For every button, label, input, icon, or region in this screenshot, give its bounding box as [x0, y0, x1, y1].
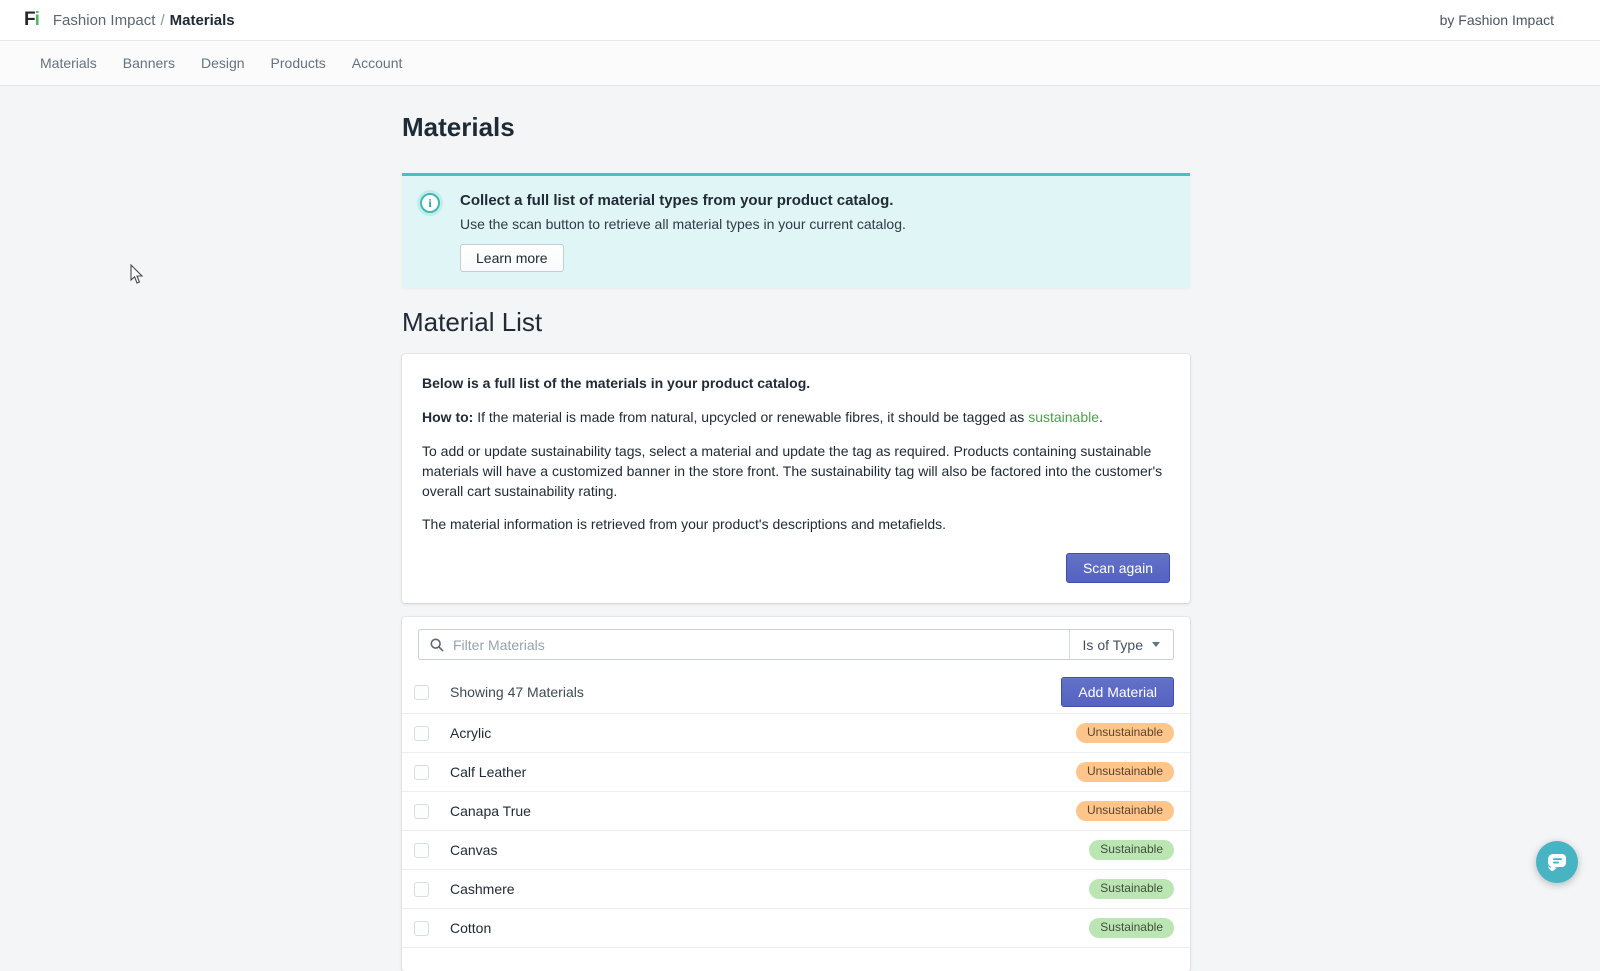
nav-item-products[interactable]: Products [271, 55, 326, 71]
material-name[interactable]: Calf Leather [450, 764, 526, 780]
filter-box: Is of Type [418, 629, 1174, 660]
material-name[interactable]: Cashmere [450, 881, 515, 897]
table-header-row: Showing 47 Materials Add Material [402, 671, 1190, 713]
table-row[interactable]: Cotton Sustainable [402, 908, 1190, 947]
type-filter-label: Is of Type [1083, 637, 1143, 653]
status-badge: Unsustainable [1076, 801, 1174, 821]
table-overflow-row [402, 947, 1190, 971]
nav-item-account[interactable]: Account [352, 55, 403, 71]
sustainable-link[interactable]: sustainable [1028, 409, 1099, 425]
row-checkbox[interactable] [414, 804, 429, 819]
info-card-intro: Below is a full list of the materials in… [422, 374, 1170, 394]
banner-body: Use the scan button to retrieve all mate… [460, 215, 906, 233]
filter-area: Is of Type [402, 617, 1190, 671]
breadcrumb-separator: / [160, 12, 164, 29]
status-badge: Sustainable [1089, 840, 1174, 860]
breadcrumb-current-page: Materials [170, 12, 235, 29]
material-name[interactable]: Cotton [450, 920, 491, 936]
main-content: Materials i Collect a full list of mater… [0, 86, 1600, 971]
status-badge: Unsustainable [1076, 762, 1174, 782]
top-header: Fi Fashion Impact/ Materials by Fashion I… [0, 0, 1600, 41]
breadcrumb: Fashion Impact/ Materials [53, 12, 235, 29]
info-card-paragraph-1: To add or update sustainability tags, se… [422, 442, 1170, 502]
main-nav: Materials Banners Design Products Accoun… [0, 41, 1600, 86]
materials-count-label: Showing 47 Materials [450, 684, 584, 700]
info-circle-icon: i [420, 193, 440, 213]
type-filter-dropdown[interactable]: Is of Type [1069, 630, 1173, 659]
table-row[interactable]: Canvas Sustainable [402, 830, 1190, 869]
search-icon [430, 638, 444, 652]
nav-item-materials[interactable]: Materials [40, 55, 97, 71]
info-banner: i Collect a full list of material types … [402, 173, 1190, 288]
nav-item-banners[interactable]: Banners [123, 55, 175, 71]
row-checkbox[interactable] [414, 921, 429, 936]
status-badge: Sustainable [1089, 879, 1174, 899]
page-title: Materials [402, 112, 1190, 143]
row-checkbox[interactable] [414, 765, 429, 780]
chat-widget-button[interactable] [1536, 841, 1578, 883]
table-row[interactable]: Acrylic Unsustainable [402, 713, 1190, 752]
materials-rows: Acrylic Unsustainable Calf Leather Unsus… [402, 713, 1190, 947]
row-checkbox[interactable] [414, 882, 429, 897]
material-list-heading: Material List [402, 307, 1190, 338]
material-name[interactable]: Acrylic [450, 725, 491, 741]
chat-bubble-icon [1545, 850, 1569, 874]
table-row[interactable]: Calf Leather Unsustainable [402, 752, 1190, 791]
banner-title: Collect a full list of material types fr… [460, 192, 906, 210]
learn-more-button[interactable]: Learn more [460, 244, 564, 272]
materials-table-card: Is of Type Showing 47 Materials Add Mate… [402, 617, 1190, 971]
material-name[interactable]: Canvas [450, 842, 497, 858]
add-material-button[interactable]: Add Material [1061, 677, 1174, 707]
breadcrumb-app-link[interactable]: Fashion Impact [53, 12, 156, 29]
material-name[interactable]: Canapa True [450, 803, 531, 819]
table-row[interactable]: Cashmere Sustainable [402, 869, 1190, 908]
scan-again-button[interactable]: Scan again [1066, 553, 1170, 583]
row-checkbox[interactable] [414, 726, 429, 741]
fashion-impact-logo: Fi [24, 9, 39, 31]
nav-item-design[interactable]: Design [201, 55, 245, 71]
material-list-info-card: Below is a full list of the materials in… [402, 354, 1190, 603]
chevron-down-icon [1152, 642, 1160, 647]
row-checkbox[interactable] [414, 843, 429, 858]
app-byline: by Fashion Impact [1440, 12, 1580, 28]
status-badge: Sustainable [1089, 918, 1174, 938]
table-row[interactable]: Canapa True Unsustainable [402, 791, 1190, 830]
status-badge: Unsustainable [1076, 723, 1174, 743]
filter-materials-input[interactable] [453, 637, 1069, 653]
info-card-paragraph-2: The material information is retrieved fr… [422, 515, 1170, 535]
select-all-checkbox[interactable] [414, 685, 429, 700]
info-card-howto: How to: If the material is made from nat… [422, 408, 1170, 428]
